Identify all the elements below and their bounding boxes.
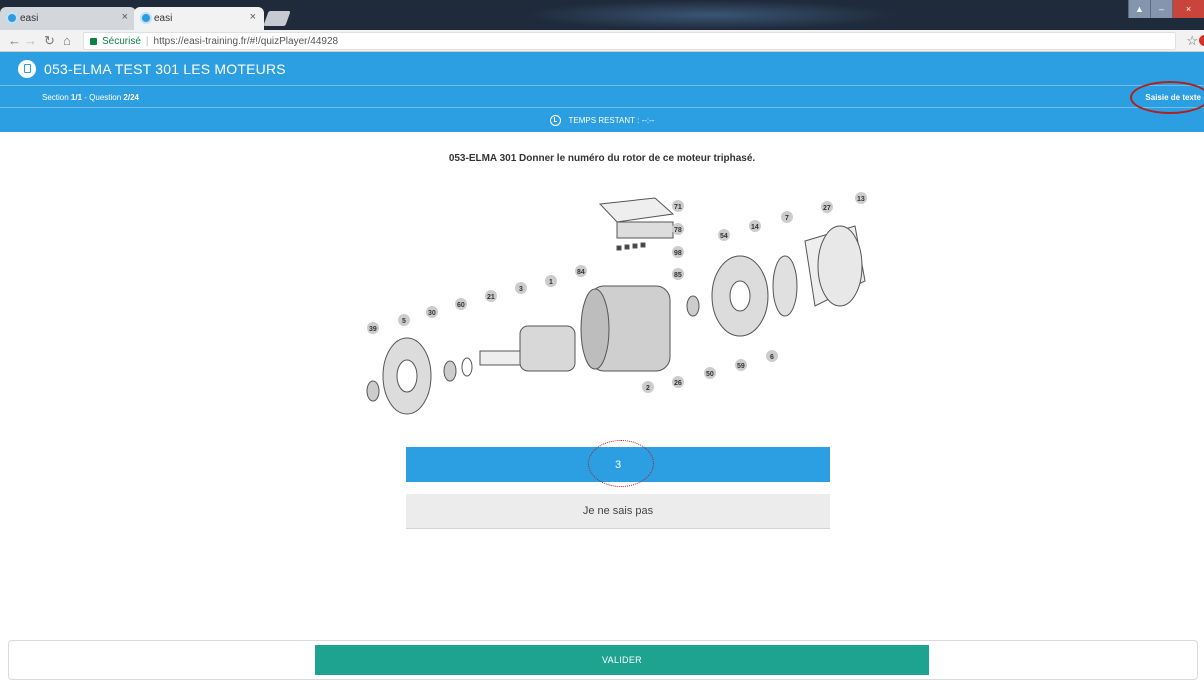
extension-icon[interactable] <box>1199 35 1204 46</box>
tabstrip-background <box>520 0 900 30</box>
question-text: 053-ELMA 301 Donner le numéro du rotor d… <box>448 153 756 164</box>
forward-icon[interactable]: → <box>24 33 37 48</box>
browser-tab-1[interactable]: easi × <box>0 7 136 30</box>
account-icon[interactable]: ▲ <box>1128 0 1150 18</box>
dont-know-button[interactable]: Je ne sais pas <box>406 494 830 529</box>
section-value: 1/1 <box>70 93 83 102</box>
annotation-circle <box>1130 81 1204 114</box>
svg-text:59: 59 <box>737 363 745 370</box>
svg-text:2: 2 <box>646 385 650 392</box>
tab-title: easi <box>154 13 173 24</box>
document-icon <box>18 59 36 78</box>
bookmark-star-icon[interactable]: ☆ <box>1186 33 1198 49</box>
minimize-icon[interactable]: – <box>1150 0 1172 18</box>
svg-text:26: 26 <box>674 380 682 387</box>
clock-icon <box>549 114 561 126</box>
timer-row: TEMPS RESTANT : --:-- <box>0 108 1204 132</box>
home-icon[interactable]: ⌂ <box>63 33 71 48</box>
back-icon[interactable]: ← <box>8 33 21 48</box>
svg-text:60: 60 <box>457 302 465 309</box>
svg-text:39: 39 <box>369 326 377 333</box>
question-prefix: - Question <box>82 93 124 102</box>
svg-text:7: 7 <box>785 215 789 222</box>
svg-text:71: 71 <box>674 204 682 211</box>
svg-text:54: 54 <box>720 233 728 240</box>
browser-tabstrip: easi × easi × ▲ – × <box>0 0 1204 30</box>
svg-text:5: 5 <box>402 318 406 325</box>
quiz-header: 053-ELMA TEST 301 LES MOTEURS Section 1/… <box>0 52 1204 132</box>
easi-favicon-icon <box>6 12 18 24</box>
annotation-circle <box>588 440 654 487</box>
svg-text:1: 1 <box>549 279 553 286</box>
address-bar[interactable]: Sécurisé | https://easi-training.fr/#!/q… <box>83 32 1176 50</box>
svg-text:6: 6 <box>770 354 774 361</box>
svg-text:21: 21 <box>487 294 495 301</box>
browser-tab-2[interactable]: easi × <box>134 7 264 30</box>
validate-button[interactable]: VALIDER <box>315 645 929 675</box>
url-text: https://easi-training.fr/#!/quizPlayer/4… <box>153 35 339 47</box>
address-separator: | <box>145 35 149 47</box>
svg-text:84: 84 <box>577 269 585 276</box>
close-tab-icon[interactable]: × <box>122 11 128 23</box>
svg-text:14: 14 <box>751 224 759 231</box>
time-remaining: TEMPS RESTANT : --:-- <box>568 115 655 125</box>
question-value: 2/24 <box>123 93 139 102</box>
quiz-title: 053-ELMA TEST 301 LES MOTEURS <box>44 60 286 77</box>
secure-label: Sécurisé <box>102 35 141 47</box>
svg-text:3: 3 <box>519 286 523 293</box>
window-controls: ▲ – × <box>1128 0 1204 18</box>
browser-toolbar: ← → ↻ ⌂ Sécurisé | https://easi-training… <box>0 30 1204 52</box>
lock-icon <box>90 37 97 45</box>
svg-text:30: 30 <box>428 310 436 317</box>
close-window-icon[interactable]: × <box>1172 0 1204 18</box>
section-prefix: Section <box>42 93 71 102</box>
progress-bar-row: Section 1/1 - Question 2/24 Saisie de te… <box>0 86 1204 108</box>
tab-title: easi <box>20 13 39 24</box>
motor-exploded-diagram: 71 78 98 85 84 1 3 21 60 30 5 39 2 26 50… <box>366 192 867 415</box>
reload-icon[interactable]: ↻ <box>44 33 55 49</box>
svg-text:50: 50 <box>706 371 714 378</box>
title-bar: 053-ELMA TEST 301 LES MOTEURS <box>0 52 1204 86</box>
svg-text:85: 85 <box>674 272 682 279</box>
new-tab-button[interactable] <box>263 11 291 26</box>
close-tab-icon[interactable]: × <box>250 11 256 23</box>
svg-text:98: 98 <box>674 250 682 257</box>
svg-text:27: 27 <box>823 205 831 212</box>
svg-text:13: 13 <box>857 196 865 203</box>
section-progress: Section 1/1 - Question 2/24 <box>42 93 139 102</box>
svg-text:78: 78 <box>674 227 682 234</box>
easi-favicon-icon <box>140 12 152 24</box>
